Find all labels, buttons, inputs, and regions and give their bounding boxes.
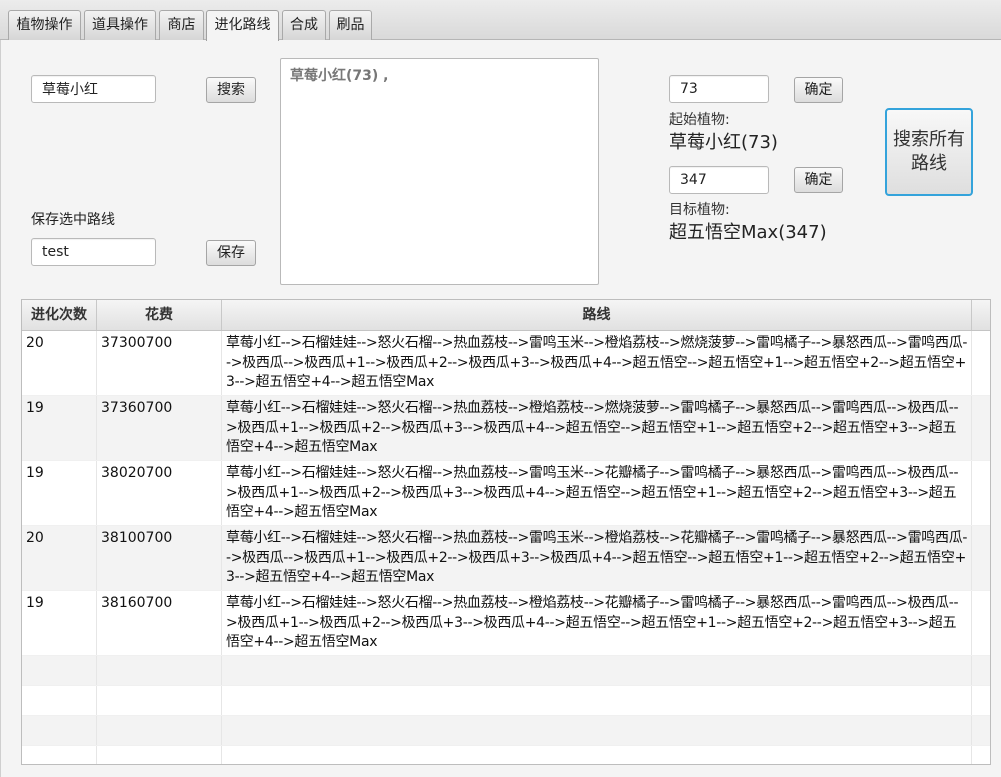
table-header: 进化次数 花费 路线 [22, 300, 990, 331]
tab-plant-ops[interactable]: 植物操作 [8, 10, 81, 40]
empty-table-row [22, 746, 990, 764]
table-row[interactable]: 19 37360700 草莓小红-->石榴娃娃-->怒火石榴-->热血荔枝-->… [22, 396, 990, 461]
tab-synthesis[interactable]: 合成 [282, 10, 326, 40]
table-row[interactable]: 19 38020700 草莓小红-->石榴娃娃-->怒火石榴-->热血荔枝-->… [22, 461, 990, 526]
cell-filler [972, 461, 990, 525]
cell-route: 草莓小红-->石榴娃娃-->怒火石榴-->热血荔枝-->雷鸣玉米-->橙焰荔枝-… [222, 526, 972, 590]
empty-cell [22, 656, 97, 685]
search-button[interactable]: 搜索 [206, 77, 256, 103]
cell-cost: 38100700 [97, 526, 222, 590]
cell-filler [972, 591, 990, 655]
cell-route: 草莓小红-->石榴娃娃-->怒火石榴-->热血荔枝-->橙焰荔枝-->燃烧菠萝-… [222, 396, 972, 460]
empty-table-row [22, 716, 990, 746]
empty-table-row [22, 686, 990, 716]
column-header-cost[interactable]: 花费 [97, 300, 222, 330]
empty-cell [97, 716, 222, 745]
empty-cell [22, 716, 97, 745]
target-plant-label: 目标植物: [669, 202, 730, 218]
target-plant-id-input[interactable] [669, 166, 769, 194]
table-row[interactable]: 20 38100700 草莓小红-->石榴娃娃-->怒火石榴-->热血荔枝-->… [22, 526, 990, 591]
column-header-filler [972, 300, 990, 330]
tab-item-ops[interactable]: 道具操作 [84, 10, 156, 40]
cell-filler [972, 396, 990, 460]
cell-count: 20 [22, 526, 97, 590]
column-header-route[interactable]: 路线 [222, 300, 972, 330]
cell-filler [972, 526, 990, 590]
cell-route: 草莓小红-->石榴娃娃-->怒火石榴-->热血荔枝-->橙焰荔枝-->花瓣橘子-… [222, 591, 972, 655]
cell-count: 19 [22, 461, 97, 525]
window-left-border [0, 40, 1, 777]
empty-cell [972, 746, 990, 764]
cell-count: 19 [22, 591, 97, 655]
start-confirm-button[interactable]: 确定 [794, 77, 843, 103]
cell-filler [972, 331, 990, 395]
empty-cell [222, 656, 972, 685]
table-body: 20 37300700 草莓小红-->石榴娃娃-->怒火石榴-->热血荔枝-->… [22, 331, 990, 764]
empty-cell [222, 716, 972, 745]
table-row[interactable]: 20 37300700 草莓小红-->石榴娃娃-->怒火石榴-->热血荔枝-->… [22, 331, 990, 396]
start-plant-label: 起始植物: [669, 112, 730, 128]
empty-table-row [22, 656, 990, 686]
save-button[interactable]: 保存 [206, 240, 256, 266]
target-confirm-button[interactable]: 确定 [794, 167, 843, 193]
tab-evolution-route[interactable]: 进化路线 [206, 10, 279, 41]
cell-route: 草莓小红-->石榴娃娃-->怒火石榴-->热血荔枝-->雷鸣玉米-->花瓣橘子-… [222, 461, 972, 525]
target-plant-name: 超五悟空Max(347) [669, 222, 827, 243]
column-header-count[interactable]: 进化次数 [22, 300, 97, 330]
tab-refresh[interactable]: 刷品 [329, 10, 372, 40]
search-all-routes-button[interactable]: 搜索所有路线 [885, 108, 973, 196]
plant-search-input[interactable] [31, 75, 156, 103]
cell-cost: 38020700 [97, 461, 222, 525]
save-route-label: 保存选中路线 [31, 212, 115, 228]
cell-cost: 38160700 [97, 591, 222, 655]
empty-cell [222, 746, 972, 764]
empty-cell [22, 686, 97, 715]
search-all-routes-label: 搜索所有路线 [893, 129, 965, 174]
cell-cost: 37360700 [97, 396, 222, 460]
cell-route: 草莓小红-->石榴娃娃-->怒火石榴-->热血荔枝-->雷鸣玉米-->橙焰荔枝-… [222, 331, 972, 395]
table-row[interactable]: 19 38160700 草莓小红-->石榴娃娃-->怒火石榴-->热血荔枝-->… [22, 591, 990, 656]
cell-count: 19 [22, 396, 97, 460]
tab-shop[interactable]: 商店 [159, 10, 204, 40]
cell-count: 20 [22, 331, 97, 395]
search-result-textarea[interactable]: 草莓小红(73) , [280, 58, 599, 285]
empty-cell [97, 656, 222, 685]
cell-cost: 37300700 [97, 331, 222, 395]
empty-cell [22, 746, 97, 764]
empty-cell [972, 656, 990, 685]
empty-cell [97, 746, 222, 764]
routes-table[interactable]: 进化次数 花费 路线 20 37300700 草莓小红-->石榴娃娃-->怒火石… [21, 299, 991, 765]
empty-cell [972, 686, 990, 715]
route-name-input[interactable] [31, 238, 156, 266]
start-plant-id-input[interactable] [669, 75, 769, 103]
empty-cell [972, 716, 990, 745]
empty-cell [97, 686, 222, 715]
empty-cell [222, 686, 972, 715]
tab-bar: 植物操作 道具操作 商店 进化路线 合成 刷品 [0, 0, 1001, 41]
start-plant-name: 草莓小红(73) [669, 132, 778, 153]
